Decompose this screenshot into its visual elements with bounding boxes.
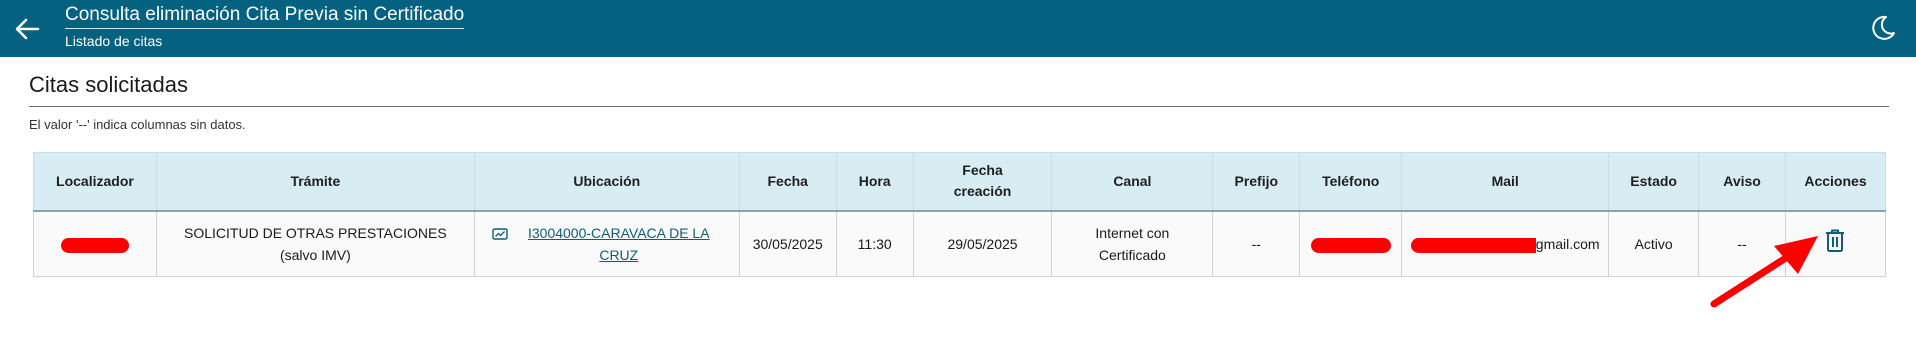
localizador-cell xyxy=(33,210,157,277)
column-header: Localizador xyxy=(33,152,157,212)
column-header-label: Fecha creación xyxy=(953,162,1012,200)
aviso-cell: -- xyxy=(1698,210,1786,277)
column-header: Teléfono xyxy=(1299,152,1403,212)
column-header: Trámite xyxy=(155,152,475,212)
hora-cell: 11:30 xyxy=(835,210,914,277)
section-divider xyxy=(29,106,1889,107)
section-title: Citas solicitadas xyxy=(29,72,188,97)
column-header: Fecha creación xyxy=(912,152,1053,212)
map-icon xyxy=(492,228,508,240)
column-header: Ubicación xyxy=(473,152,740,212)
arrow-left-icon xyxy=(15,18,40,40)
canal-cell: Internet con Certificado xyxy=(1051,210,1214,277)
mail-cell: gmail.com xyxy=(1401,210,1610,277)
column-header: Prefijo xyxy=(1212,152,1301,212)
location-link[interactable]: I3004000-CARAVACA DE LA CRUZ xyxy=(516,222,721,266)
prefijo-cell: -- xyxy=(1212,210,1301,277)
empty-value-note: El valor '--' indica columnas sin datos. xyxy=(29,117,246,132)
telefono-cell xyxy=(1299,210,1403,277)
tramite-cell: SOLICITUD DE OTRAS PRESTACIONES (salvo I… xyxy=(155,210,475,277)
page-subtitle: Listado de citas xyxy=(65,33,163,49)
header-titles: Consulta eliminación Cita Previa sin Cer… xyxy=(65,4,465,50)
appointments-table: Localizador Trámite Ubicación Fecha Hora… xyxy=(33,152,1887,277)
column-header: Acciones xyxy=(1784,152,1887,212)
redaction-mark xyxy=(60,237,129,253)
table-header-row: Localizador Trámite Ubicación Fecha Hora… xyxy=(33,152,1887,212)
delete-button[interactable] xyxy=(1824,228,1846,260)
column-header: Aviso xyxy=(1698,152,1786,212)
theme-toggle-button[interactable] xyxy=(1868,13,1898,43)
redaction-mark xyxy=(1410,237,1536,253)
back-button[interactable] xyxy=(12,14,42,44)
column-header: Estado xyxy=(1608,152,1700,212)
top-app-bar: Consulta eliminación Cita Previa sin Cer… xyxy=(0,0,1916,57)
trash-icon xyxy=(1826,229,1845,252)
fecha-creacion-cell: 29/05/2025 xyxy=(912,210,1053,277)
ubicacion-cell: I3004000-CARAVACA DE LA CRUZ xyxy=(473,210,740,277)
redaction-mark xyxy=(1310,237,1391,253)
column-header: Canal xyxy=(1051,152,1214,212)
estado-cell: Activo xyxy=(1608,210,1700,277)
mail-domain: gmail.com xyxy=(1535,235,1600,252)
fecha-cell: 30/05/2025 xyxy=(738,210,837,277)
acciones-cell xyxy=(1784,210,1887,277)
column-header: Fecha xyxy=(738,152,837,212)
canal-text: Internet con Certificado xyxy=(1095,224,1170,263)
table-row: SOLICITUD DE OTRAS PRESTACIONES (salvo I… xyxy=(33,210,1887,277)
page-title: Consulta eliminación Cita Previa sin Cer… xyxy=(65,4,465,29)
column-header: Hora xyxy=(835,152,914,212)
moon-icon xyxy=(1872,15,1895,40)
column-header: Mail xyxy=(1401,152,1610,212)
tramite-text: SOLICITUD DE OTRAS PRESTACIONES (salvo I… xyxy=(184,224,447,263)
